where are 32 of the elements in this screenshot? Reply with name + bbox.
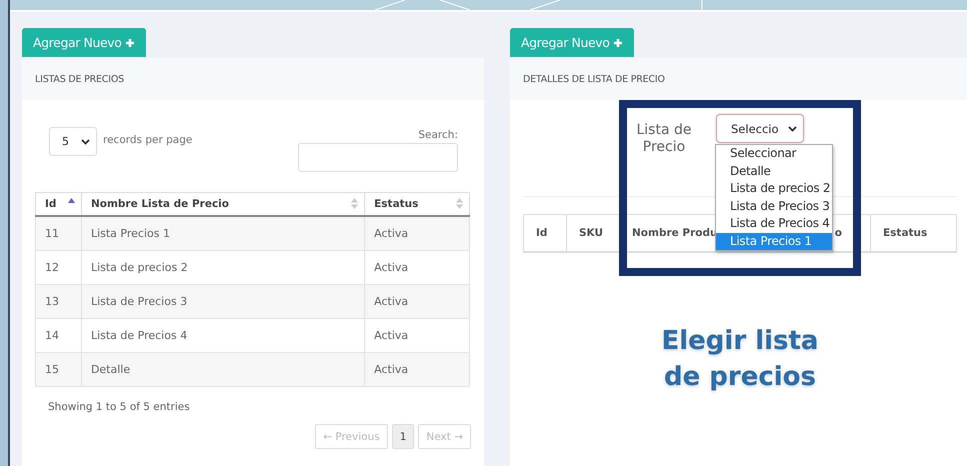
chevron-down-icon	[81, 138, 90, 144]
plus-icon	[612, 38, 623, 48]
page-number-button[interactable]: 1	[392, 424, 414, 449]
page-size-select[interactable]: 5	[49, 127, 97, 156]
panel-title: LISTAS DE PRECIOS	[35, 74, 124, 84]
table-cell: 11	[36, 216, 82, 250]
table-cell: 15	[36, 352, 82, 386]
caption-text: Elegir lista de precios	[660, 325, 820, 394]
table-cell: Activa	[364, 216, 470, 250]
table-cell: Activa	[364, 284, 470, 318]
dropdown-option[interactable]: Seleccionar	[716, 145, 832, 162]
records-per-page-label: records per page	[103, 134, 192, 146]
price-list-select[interactable]: Seleccio	[716, 114, 804, 143]
dropdown-option[interactable]: Lista de precios 2	[716, 180, 832, 198]
price-list-label: Lista de Precio	[635, 122, 692, 156]
column-header[interactable]: Id	[524, 215, 567, 251]
chevron-down-icon	[788, 126, 797, 132]
dropdown-option[interactable]: Lista Precios 1	[716, 232, 832, 250]
dropdown-option[interactable]: Lista de Precios 3	[716, 198, 832, 215]
search-label: Search:	[418, 129, 458, 141]
search-field[interactable]	[298, 143, 458, 172]
dropdown-option[interactable]: Detalle	[716, 162, 832, 180]
column-header[interactable]: Estatus	[871, 215, 956, 251]
panel-title: DETALLES DE LISTA DE PRECIO	[523, 74, 665, 84]
table-cell: Activa	[364, 352, 470, 386]
table-cell: Lista de Precios 3	[81, 284, 365, 318]
column-header[interactable]: SKU	[567, 215, 620, 251]
table-cell: Detalle	[81, 352, 365, 386]
entries-info: Showing 1 to 5 of 5 entries	[47, 400, 191, 413]
table-cell: Lista Precios 1	[81, 216, 365, 250]
table-cell: 13	[36, 284, 82, 318]
plus-icon	[124, 38, 135, 48]
